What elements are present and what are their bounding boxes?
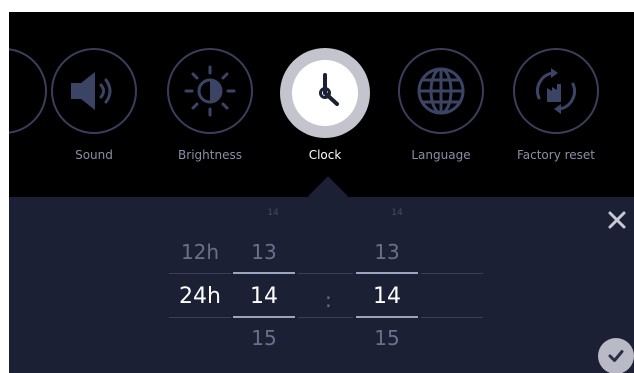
previous-item-partial[interactable]: [9, 48, 47, 134]
selection-line-top: [298, 273, 353, 274]
clock-icon: [292, 60, 358, 126]
menu-item-label: Language: [411, 148, 471, 162]
menu-item-factory-reset[interactable]: Factory reset: [510, 48, 602, 162]
previous-item-circle: [9, 48, 47, 134]
hour-picker-column[interactable]: 13 14 15: [233, 238, 295, 358]
menu-item-brightness[interactable]: Brightness: [164, 48, 256, 162]
menu-item-sound-circle: [51, 48, 137, 134]
close-icon: [608, 211, 626, 229]
selection-line-top: [233, 272, 295, 274]
menu-item-label: Clock: [308, 148, 342, 162]
minute-selected[interactable]: 14: [356, 284, 418, 309]
time-separator: :: [325, 288, 332, 312]
menu-item-clock[interactable]: Clock: [279, 48, 371, 162]
hour-prev[interactable]: 13: [233, 240, 295, 264]
close-button[interactable]: [607, 210, 627, 230]
selection-line-bottom: [421, 317, 483, 318]
device-screen: Sound Brightness Clock Language Factory …: [9, 12, 634, 373]
menu-item-language-circle: [398, 48, 484, 134]
checkmark-icon: [608, 350, 624, 362]
menu-item-clock-circle: [280, 48, 370, 138]
selection-line-bottom: [233, 316, 295, 318]
hour-selected[interactable]: 14: [233, 284, 295, 309]
globe-icon: [417, 67, 465, 115]
minute-next[interactable]: 15: [356, 326, 418, 350]
selection-line-top: [421, 273, 483, 274]
menu-item-label: Brightness: [178, 148, 242, 162]
sun-icon: [184, 65, 236, 117]
menu-item-language[interactable]: Language: [395, 48, 487, 162]
confirm-button[interactable]: [598, 338, 634, 373]
menu-item-label: Factory reset: [516, 148, 596, 162]
menu-item-factory-reset-circle: [513, 48, 599, 134]
clock-settings-panel: [9, 197, 634, 373]
factory-reset-icon: [536, 68, 576, 114]
selection-line-bottom: [298, 317, 353, 318]
settings-carousel: Sound Brightness Clock Language Factory …: [9, 12, 634, 197]
menu-item-brightness-circle: [167, 48, 253, 134]
selection-line-bottom: [356, 316, 418, 318]
minute-prev[interactable]: 13: [356, 240, 418, 264]
format-option-24h[interactable]: 24h: [169, 284, 231, 309]
speaker-icon: [71, 72, 112, 110]
selection-line-top: [169, 273, 231, 274]
hour-column-hidden-prev: 14: [267, 208, 279, 218]
minute-picker-column[interactable]: 13 14 15: [356, 238, 418, 358]
selection-line-top: [356, 272, 418, 274]
format-option-12h[interactable]: 12h: [169, 240, 231, 264]
menu-item-sound[interactable]: Sound: [48, 48, 140, 162]
menu-item-label: Sound: [75, 148, 113, 162]
format-picker-column[interactable]: 12h 24h: [169, 238, 231, 348]
hour-next[interactable]: 15: [233, 326, 295, 350]
selection-line-bottom: [169, 317, 231, 318]
minute-column-hidden-prev: 14: [391, 208, 403, 218]
